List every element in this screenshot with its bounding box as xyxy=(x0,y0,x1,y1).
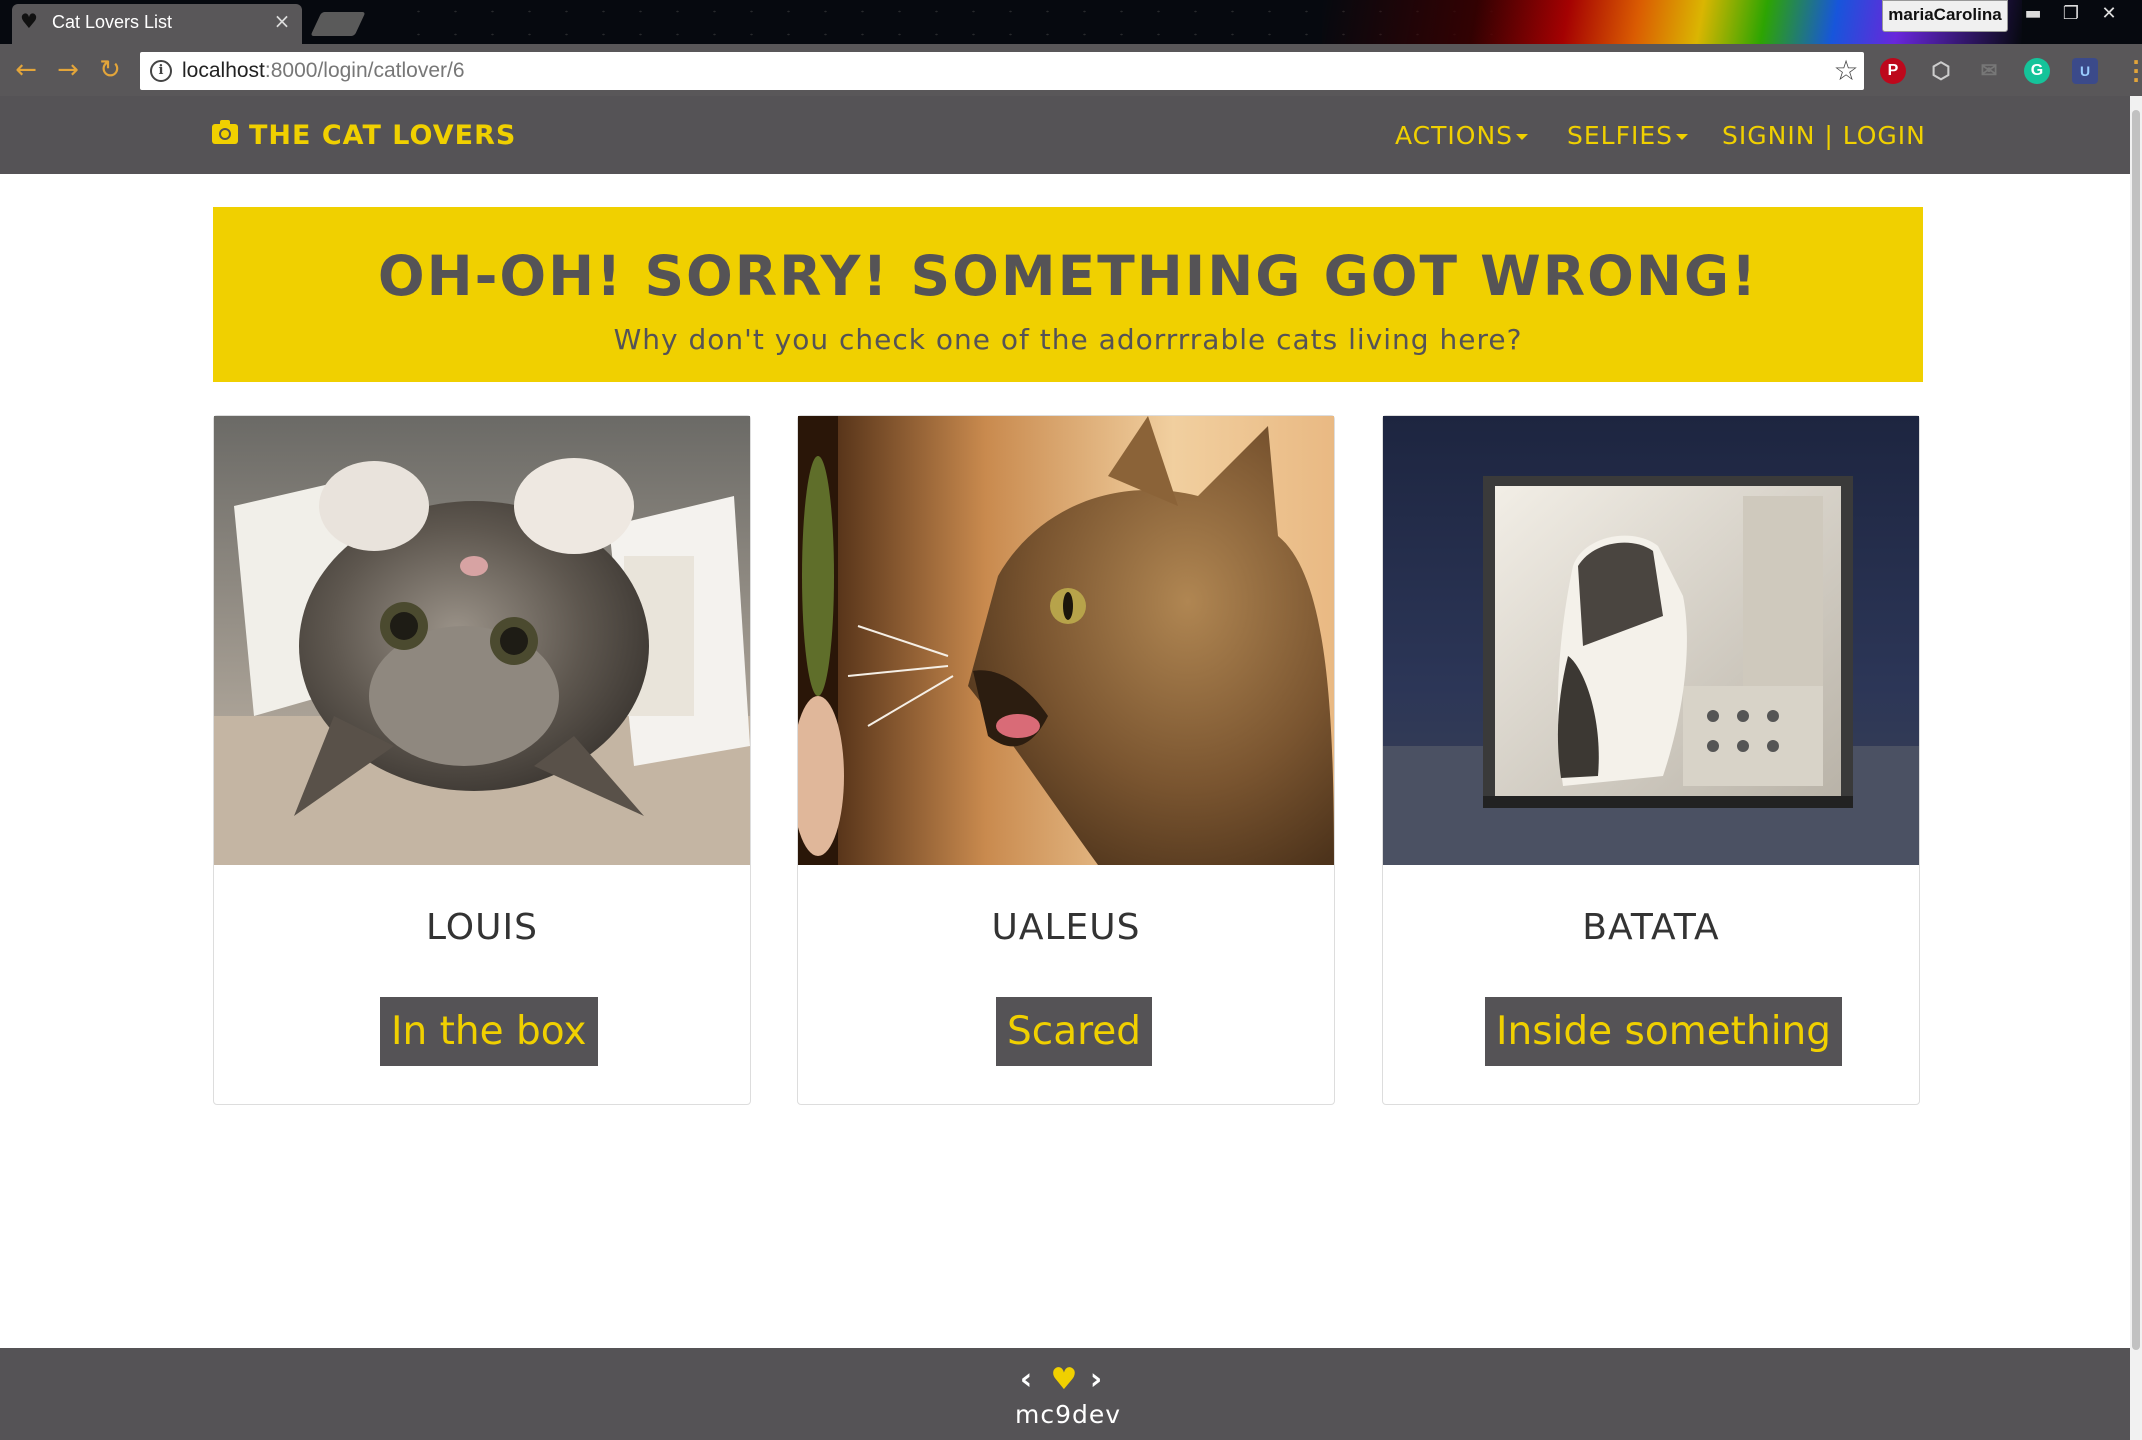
browser-menu-icon[interactable]: · · · xyxy=(2130,52,2142,90)
cat-photo-inside-computer[interactable] xyxy=(1383,416,1919,865)
url-path: :8000/login/catlover/6 xyxy=(264,59,465,82)
cat-name: UALEUS xyxy=(991,907,1141,948)
cat-tag-button[interactable]: In the box xyxy=(380,997,598,1066)
site-brand[interactable]: THE CAT LOVERS xyxy=(249,118,516,154)
bookmark-star-icon[interactable]: ☆ xyxy=(1830,54,1862,88)
selfies-label: SELFIES xyxy=(1567,121,1674,150)
reload-icon[interactable]: ↻ xyxy=(90,48,130,92)
dropbox-icon[interactable]: ⬡ xyxy=(1928,58,1954,84)
tab-favicon-heart-icon: ♥ xyxy=(20,9,38,33)
scrollbar-thumb[interactable] xyxy=(2132,110,2140,1350)
chevron-right-icon[interactable]: › xyxy=(1085,1362,1107,1398)
caret-down-icon xyxy=(1676,134,1689,140)
error-subtitle: Why don't you check one of the adorrrrab… xyxy=(613,323,1523,356)
footer-credit[interactable]: mc9dev xyxy=(880,1398,1256,1432)
ublock-icon[interactable]: U xyxy=(2072,58,2098,84)
signin-login-link[interactable]: SIGNIN | LOGIN xyxy=(1722,118,1926,154)
back-arrow-icon[interactable]: ← xyxy=(6,48,46,92)
actions-dropdown[interactable]: ACTIONS xyxy=(1395,118,1529,154)
site-info-icon[interactable]: i xyxy=(150,60,172,82)
tab-close-icon[interactable]: × xyxy=(272,9,292,33)
cat-name: BATATA xyxy=(1582,907,1720,948)
minimize-icon[interactable]: ▬ xyxy=(2016,0,2050,28)
cat-tag-button[interactable]: Inside something xyxy=(1485,997,1843,1066)
camera-icon xyxy=(212,120,238,144)
error-title: OH-OH! SORRY! SOMETHING GOT WRONG! xyxy=(377,244,1759,308)
tab-title: Cat Lovers List xyxy=(52,12,173,32)
forward-arrow-icon[interactable]: → xyxy=(48,48,88,92)
actions-label: ACTIONS xyxy=(1395,121,1514,150)
cat-tag-button[interactable]: Scared xyxy=(996,997,1153,1066)
caret-down-icon xyxy=(1516,134,1529,140)
grammarly-icon[interactable]: G xyxy=(2024,58,2050,84)
heart-icon: ♥ xyxy=(1050,1362,1078,1397)
url-text[interactable]: localhost:8000/login/catlover/6 xyxy=(182,56,465,86)
chevron-left-icon[interactable]: ‹ xyxy=(1015,1362,1037,1398)
restore-icon[interactable]: ❐ xyxy=(2054,0,2088,28)
cat-name: LOUIS xyxy=(426,907,538,948)
inbox-icon[interactable]: ✉ xyxy=(1976,58,2002,84)
selfies-dropdown[interactable]: SELFIES xyxy=(1567,118,1689,154)
cat-photo-tabby-scared[interactable] xyxy=(798,416,1334,865)
close-window-icon[interactable]: ✕ xyxy=(2092,0,2126,28)
pinterest-icon[interactable]: P xyxy=(1880,58,1906,84)
url-host: localhost xyxy=(182,59,265,82)
cat-photo-kitten-in-box[interactable] xyxy=(214,416,750,865)
profile-button[interactable]: mariaCarolina xyxy=(1882,0,2008,32)
